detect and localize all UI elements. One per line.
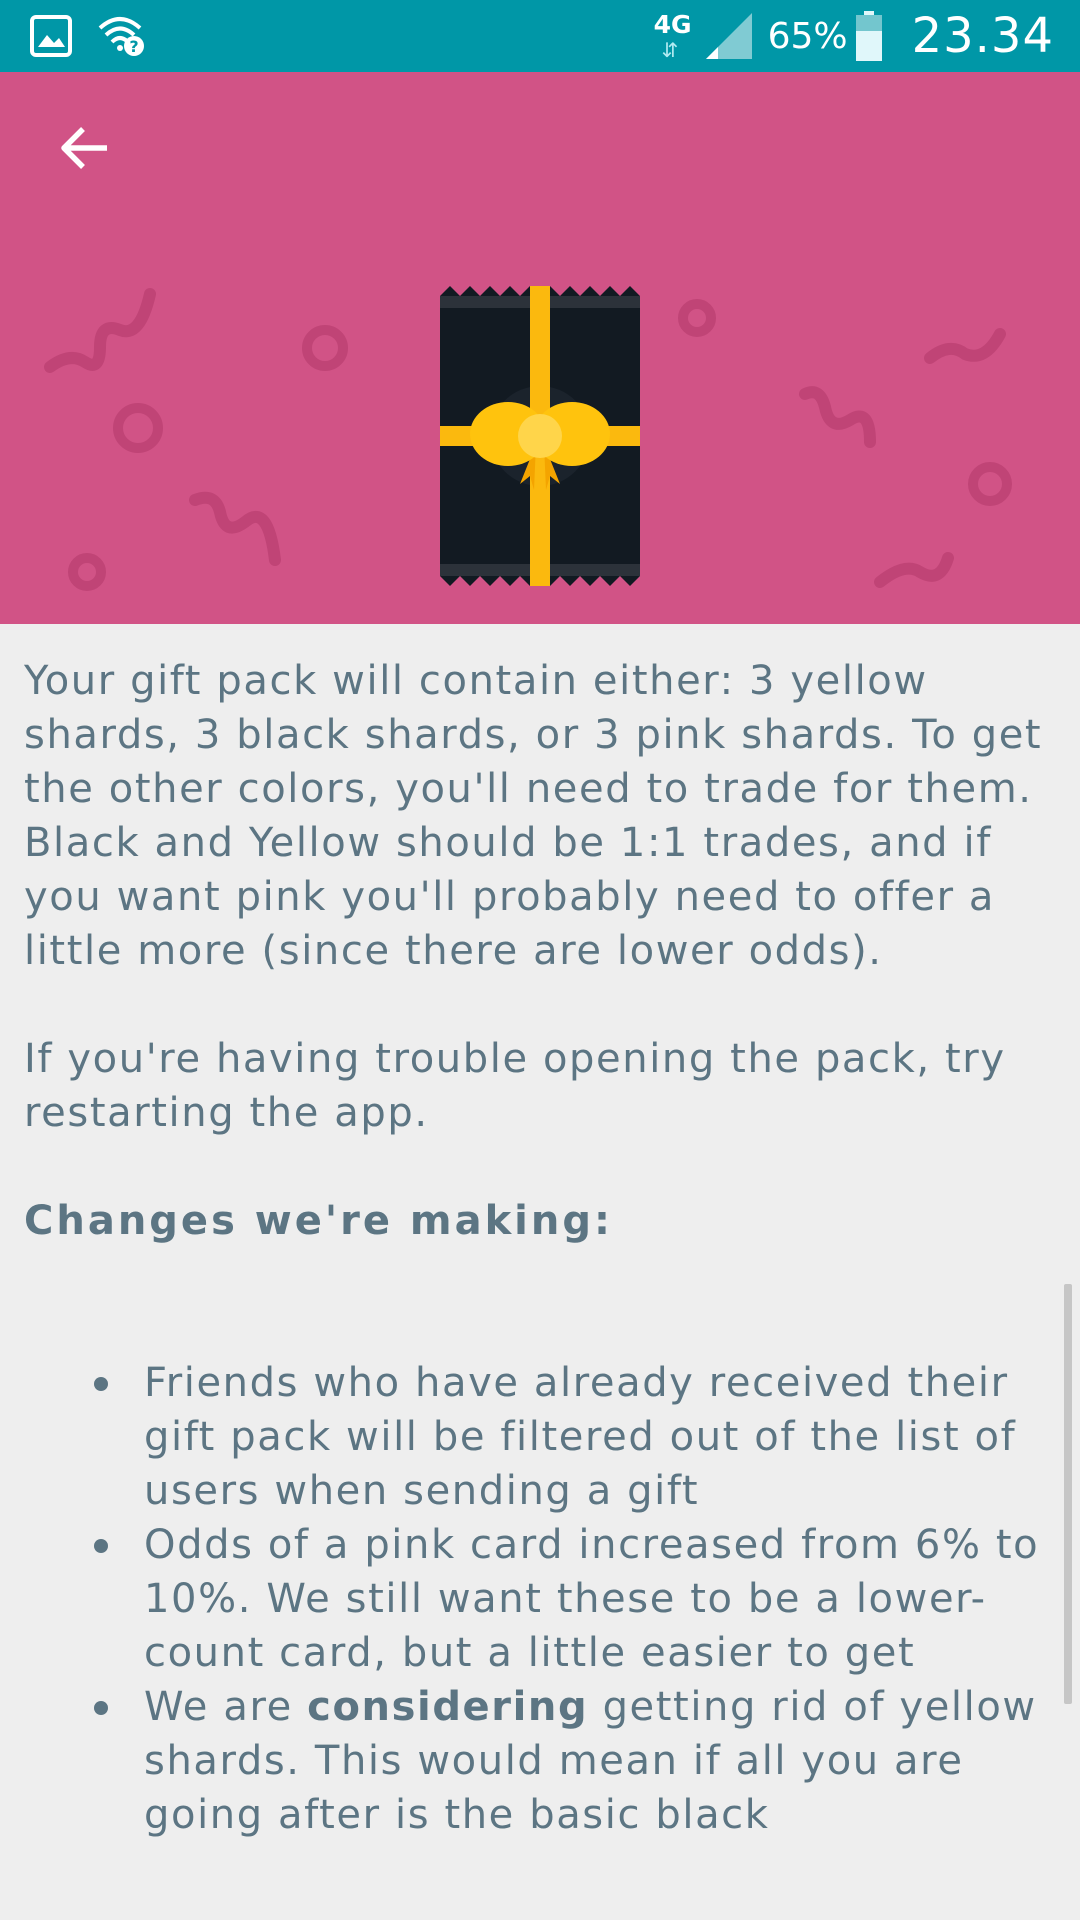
scrollbar[interactable] [1064,1284,1072,1704]
article-content: Your gift pack will contain either: 3 ye… [24,654,1060,1842]
list-item: We are considering getting rid of yellow… [24,1680,1060,1842]
status-right-icons: 4G ⇵ 65% 23.34 [654,0,1054,72]
network-indicator: 4G ⇵ [654,6,694,66]
list-item: Odds of a pink card increased from 6% to… [24,1518,1060,1680]
changes-list: Friends who have already received their … [24,1356,1060,1842]
wifi-question-icon: ? [98,17,144,56]
gift-pack-illustration [440,286,640,586]
data-arrows-icon: ⇵ [661,38,679,62]
clock: 23.34 [911,8,1054,64]
arrow-left-icon [61,127,107,169]
status-left-icons: ? [30,14,146,58]
troubleshoot-paragraph: If you're having trouble opening the pac… [24,1036,1006,1136]
network-type: 4G [653,10,692,39]
changes-heading: Changes we're making: [24,1198,613,1244]
back-button[interactable] [48,112,120,184]
battery-percent: 65% [767,15,848,57]
gallery-icon [30,15,72,57]
list-item-prefix: We are [144,1684,308,1730]
signal-icon [705,13,752,59]
battery-icon [855,11,882,61]
info-paragraph: Your gift pack will contain either: 3 ye… [24,658,1043,974]
list-item: Friends who have already received their … [24,1356,1060,1518]
list-item-emphasis: considering [307,1684,589,1730]
hero-banner [0,72,1080,624]
svg-text:?: ? [129,37,138,56]
status-bar: ? 4G ⇵ 65% 23.34 [0,0,1080,72]
